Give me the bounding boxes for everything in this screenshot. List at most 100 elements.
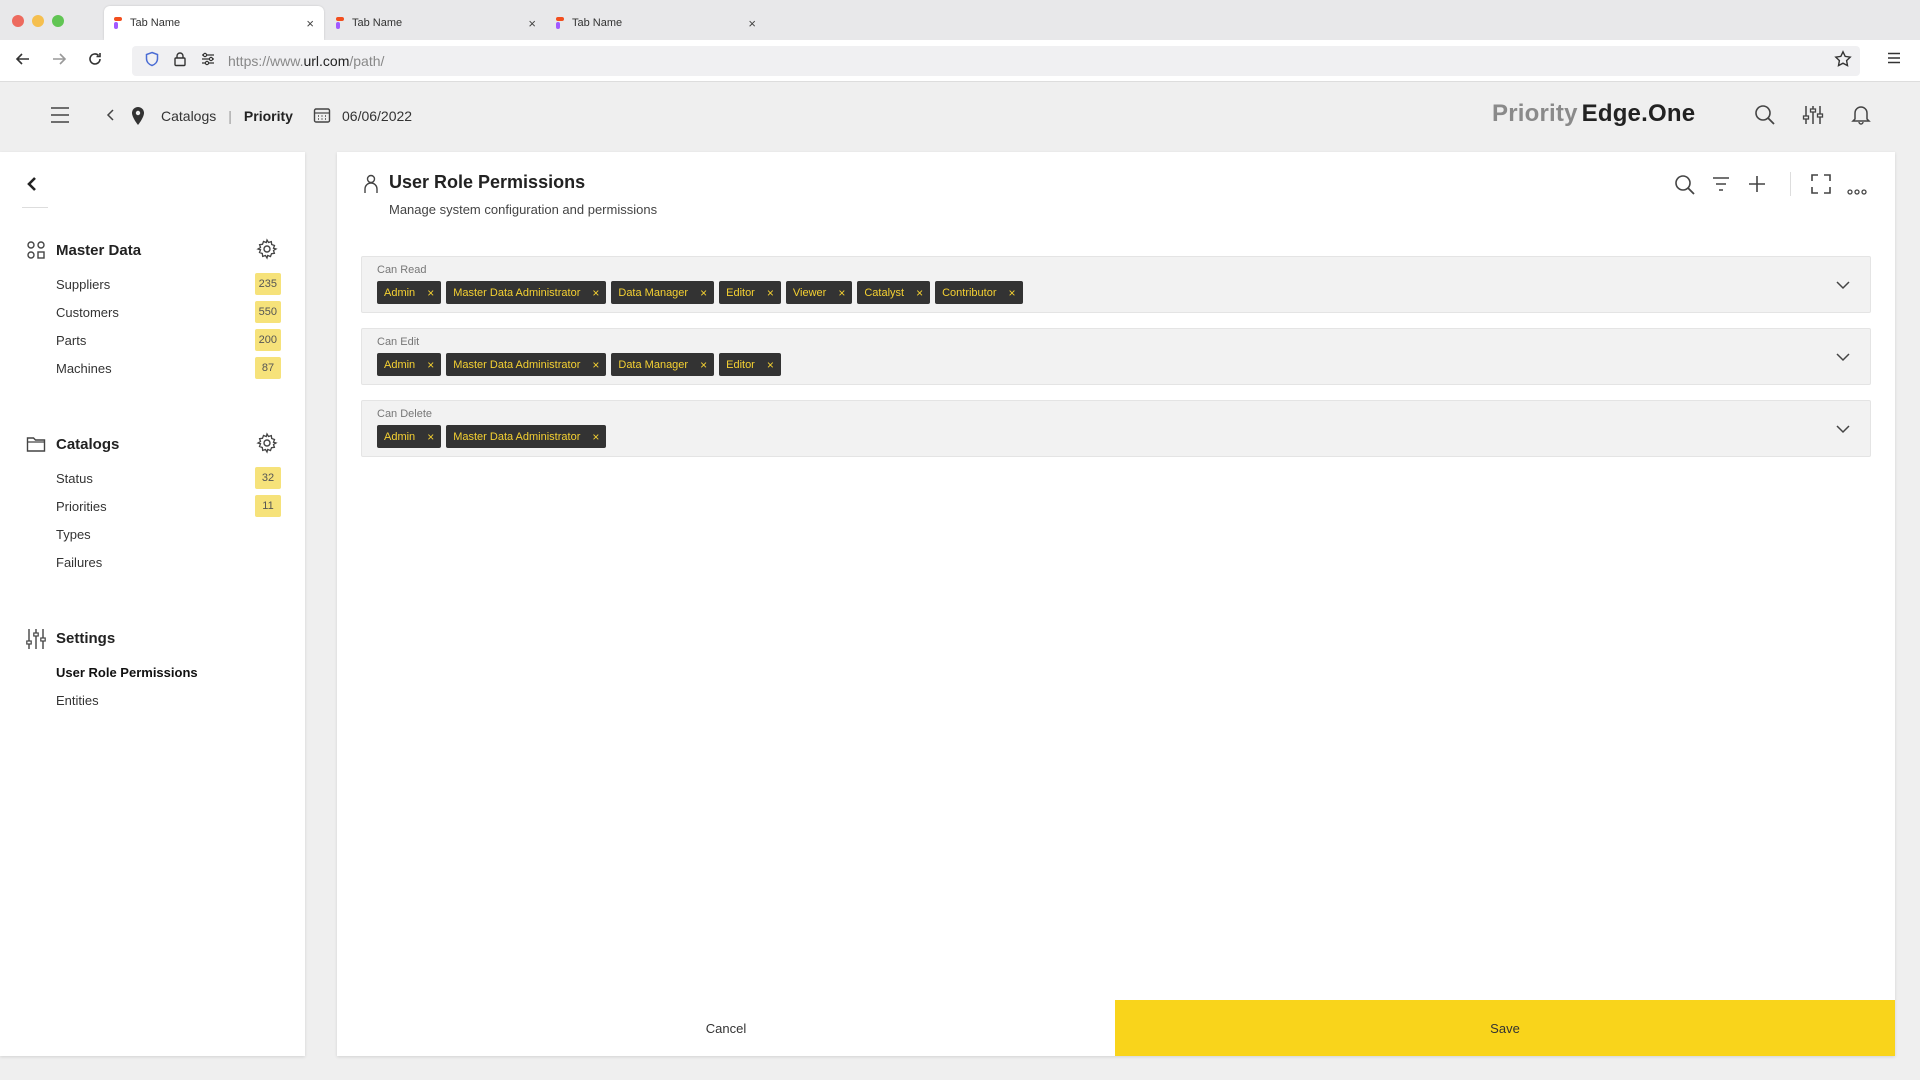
sidebar-item-priorities[interactable]: Priorities 11	[0, 492, 305, 520]
fullscreen-icon[interactable]	[1811, 174, 1831, 199]
app-header: Catalogs | Priority 06/06/2022 Priority E…	[0, 82, 1920, 152]
url-field[interactable]: https://www.url.com/path/	[132, 46, 1860, 76]
reload-icon[interactable]	[86, 50, 104, 73]
chevron-left-icon[interactable]	[26, 172, 38, 198]
remove-chip-icon[interactable]: ×	[592, 430, 599, 444]
browser-menu-icon[interactable]	[1886, 50, 1902, 71]
permission-row-can-read[interactable]: Can Read Admin × Master Data Administrato…	[361, 256, 1871, 313]
role-chip: Data Manager ×	[611, 281, 715, 304]
sidebar-item-failures[interactable]: Failures	[0, 548, 305, 576]
remove-chip-icon[interactable]: ×	[592, 286, 599, 300]
sidebar-item-user-role-permissions[interactable]: User Role Permissions	[0, 658, 305, 686]
sidebar-item-types[interactable]: Types	[0, 520, 305, 548]
site-settings-icon[interactable]	[200, 51, 216, 72]
remove-chip-icon[interactable]: ×	[916, 286, 923, 300]
more-options-icon[interactable]	[1847, 182, 1867, 200]
chevron-down-icon[interactable]	[1836, 421, 1850, 439]
remove-chip-icon[interactable]: ×	[1009, 286, 1016, 300]
sidebar-item-entities[interactable]: Entities	[0, 686, 305, 714]
section-title: Settings	[56, 629, 116, 647]
remove-chip-icon[interactable]: ×	[700, 358, 707, 372]
browser-tab[interactable]: Tab Name ×	[546, 6, 766, 40]
section-header[interactable]: Master Data	[0, 236, 305, 264]
url-text: https://www.url.com/path/	[228, 53, 385, 69]
remove-chip-icon[interactable]: ×	[427, 358, 434, 372]
section-header[interactable]: Catalogs	[0, 430, 305, 458]
sidebar-item-status[interactable]: Status 32	[0, 464, 305, 492]
remove-chip-icon[interactable]: ×	[700, 286, 707, 300]
sidebar-item-customers[interactable]: Customers 550	[0, 298, 305, 326]
gear-icon[interactable]	[256, 238, 278, 265]
sidebar-item-suppliers[interactable]: Suppliers 235	[0, 270, 305, 298]
location-pin-icon	[130, 106, 146, 126]
sidebar-item-label: Priorities	[56, 498, 107, 514]
figma-icon	[114, 17, 122, 29]
tab-close-icon[interactable]: ×	[748, 16, 756, 31]
tab-label: Tab Name	[352, 17, 403, 29]
bell-icon[interactable]	[1850, 103, 1872, 125]
gear-icon[interactable]	[256, 432, 278, 459]
save-button[interactable]: Save	[1115, 1000, 1895, 1056]
remove-chip-icon[interactable]: ×	[767, 358, 774, 372]
tab-label: Tab Name	[130, 17, 181, 29]
role-chip: Admin ×	[377, 425, 442, 448]
remove-chip-icon[interactable]: ×	[427, 430, 434, 444]
cancel-button[interactable]: Cancel	[337, 1000, 1115, 1056]
count-badge: 87	[255, 357, 281, 379]
section-title: Master Data	[56, 241, 142, 259]
add-icon[interactable]	[1747, 174, 1767, 199]
sliders-icon[interactable]	[1802, 104, 1824, 126]
breadcrumb: Catalogs | Priority	[161, 108, 293, 124]
back-arrow-icon[interactable]	[14, 50, 32, 73]
sidebar-item-parts[interactable]: Parts 200	[0, 326, 305, 354]
calendar-icon[interactable]	[313, 106, 331, 124]
role-chip: Admin ×	[377, 353, 442, 376]
date-display[interactable]: 06/06/2022	[342, 108, 412, 124]
app-logo: Priority Edge.One	[1492, 100, 1695, 128]
window-minimize-button[interactable]	[32, 15, 44, 27]
count-badge: 32	[255, 467, 281, 489]
role-chip: Contributor ×	[935, 281, 1023, 304]
section-title: Catalogs	[56, 435, 120, 453]
hamburger-menu-icon[interactable]	[50, 106, 70, 124]
sidebar-item-label: Machines	[56, 360, 112, 376]
breadcrumb-separator: |	[228, 108, 232, 124]
permission-row-can-edit[interactable]: Can Edit Admin × Master Data Administrato…	[361, 328, 1871, 385]
chevron-down-icon[interactable]	[1836, 349, 1850, 367]
permission-label: Can Delete	[377, 408, 433, 420]
browser-tab[interactable]: Tab Name ×	[104, 6, 324, 40]
bookmark-star-icon[interactable]	[1834, 50, 1852, 73]
browser-address-bar: https://www.url.com/path/	[0, 40, 1920, 82]
sidebar-item-machines[interactable]: Machines 87	[0, 354, 305, 382]
filter-icon[interactable]	[1711, 174, 1731, 199]
role-chips: Admin × Master Data Administrator × Data M…	[377, 353, 781, 376]
remove-chip-icon[interactable]: ×	[838, 286, 845, 300]
remove-chip-icon[interactable]: ×	[427, 286, 434, 300]
sidebar-item-label: Customers	[56, 304, 119, 320]
remove-chip-icon[interactable]: ×	[592, 358, 599, 372]
tab-label: Tab Name	[572, 17, 623, 29]
breadcrumb-back-icon[interactable]	[106, 107, 116, 123]
tab-close-icon[interactable]: ×	[528, 16, 536, 31]
role-chip: Master Data Administrator ×	[446, 353, 607, 376]
remove-chip-icon[interactable]: ×	[767, 286, 774, 300]
divider	[1790, 172, 1791, 196]
search-icon[interactable]	[1674, 174, 1696, 201]
sidebar-section-master-data: Master Data Suppliers 235 Customers 550 …	[0, 236, 305, 382]
chevron-down-icon[interactable]	[1836, 277, 1850, 295]
window-maximize-button[interactable]	[52, 15, 64, 27]
sidebar-item-label: Entities	[56, 692, 99, 708]
role-chips: Admin × Master Data Administrator ×	[377, 425, 607, 448]
role-chip: Admin ×	[377, 281, 442, 304]
tab-close-icon[interactable]: ×	[306, 16, 314, 31]
role-chip: Master Data Administrator ×	[446, 425, 607, 448]
permission-label: Can Read	[377, 264, 427, 276]
permission-row-can-delete[interactable]: Can Delete Admin × Master Data Administra…	[361, 400, 1871, 457]
breadcrumb-parent[interactable]: Catalogs	[161, 108, 216, 124]
search-icon[interactable]	[1754, 104, 1776, 126]
window-close-button[interactable]	[12, 15, 24, 27]
section-header[interactable]: Settings	[0, 624, 305, 652]
page-title: User Role Permissions	[389, 172, 586, 192]
browser-tab[interactable]: Tab Name ×	[326, 6, 546, 40]
forward-arrow-icon[interactable]	[50, 50, 68, 73]
